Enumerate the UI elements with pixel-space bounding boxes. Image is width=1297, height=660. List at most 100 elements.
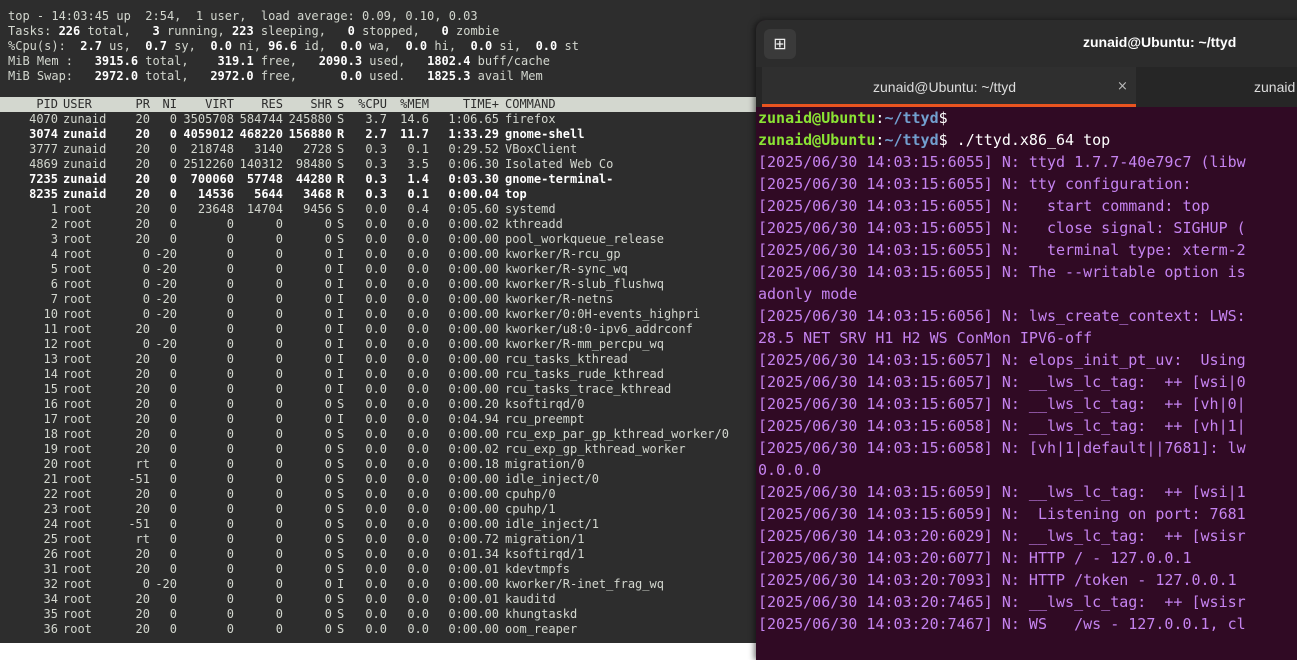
log-line: [2025/06/30 14:03:15:6059] N: __lws_lc_t… <box>758 483 1246 501</box>
col-shr: SHR <box>310 97 332 111</box>
cell-state: I <box>337 277 345 291</box>
cell-user: root <box>63 367 92 381</box>
cell-ni: 0 <box>169 592 177 606</box>
cell-pr: 20 <box>135 622 150 636</box>
cell-pr: 20 <box>135 397 150 411</box>
cell-command: idle_inject/0 <box>505 472 599 486</box>
cell-time: 0:00.00 <box>448 382 499 396</box>
cell-cpu: 0.0 <box>365 262 387 276</box>
cell-mem: 3.5 <box>407 157 429 171</box>
cell-command: kworker/u8:0-ipv6_addrconf <box>505 322 693 336</box>
cell-state: S <box>337 562 345 576</box>
cell-user: root <box>63 562 92 576</box>
log-line: [2025/06/30 14:03:20:7093] N: HTTP /toke… <box>758 571 1237 589</box>
cell-virt: 0 <box>226 262 234 276</box>
cell-user: root <box>63 532 92 546</box>
cell-time: 0:00.02 <box>448 217 499 231</box>
cell-cpu: 0.0 <box>365 547 387 561</box>
close-tab-icon[interactable]: × <box>1117 67 1128 107</box>
top-mem-line: MiB Mem : 3915.6 total, 319.1 free, 2090… <box>8 54 550 68</box>
title-bar[interactable]: ⊞ zunaid@Ubuntu: ~/ttyd <box>756 20 1297 67</box>
cell-res: 0 <box>275 502 283 516</box>
cell-ni: -20 <box>155 247 177 261</box>
cell-ni: 0 <box>169 412 177 426</box>
cell-res: 0 <box>275 577 283 591</box>
cell-shr: 0 <box>324 217 332 231</box>
cell-virt: 0 <box>226 622 234 636</box>
cell-res: 0 <box>275 517 283 531</box>
terminal-window[interactable]: ⊞ zunaid@Ubuntu: ~/ttyd zunaid@Ubuntu: ~… <box>756 20 1297 660</box>
cell-pr: 20 <box>135 352 150 366</box>
table-row: 4070 zunaid 20 0 3505708 584744 245880 S 3.7 14.6… <box>0 112 760 127</box>
log-line: [2025/06/30 14:03:20:7465] N: __lws_lc_t… <box>758 593 1246 611</box>
cell-state: S <box>337 142 345 156</box>
cell-shr: 245880 <box>288 112 332 126</box>
cell-mem: 0.0 <box>407 292 429 306</box>
cell-user: root <box>63 337 92 351</box>
tab-second[interactable]: zunaid <box>1136 67 1297 107</box>
cell-state: S <box>337 112 345 126</box>
cell-mem: 0.0 <box>407 412 429 426</box>
cell-pid: 12 <box>43 337 58 351</box>
cell-command: kworker/R-mm_percpu_wq <box>505 337 664 351</box>
cell-cpu: 2.7 <box>365 127 387 141</box>
new-tab-button[interactable]: ⊞ <box>764 29 796 59</box>
cell-pid: 23 <box>43 502 58 516</box>
cell-ni: -20 <box>155 277 177 291</box>
cell-user: root <box>63 247 92 261</box>
table-row: 14 root 20 0 0 0 0 I 0.0 0.0 0:00.00 rcu_tasks_rude… <box>0 367 760 382</box>
cell-virt: 0 <box>226 532 234 546</box>
cell-user: root <box>63 202 92 216</box>
cell-res: 0 <box>275 622 283 636</box>
cell-shr: 0 <box>324 517 332 531</box>
terminal-output[interactable]: zunaid@Ubuntu:~/ttyd$ zunaid@Ubuntu:~/tt… <box>756 107 1297 660</box>
cell-shr: 0 <box>324 427 332 441</box>
cell-pid: 26 <box>43 547 58 561</box>
cell-mem: 0.0 <box>407 547 429 561</box>
cell-res: 0 <box>275 322 283 336</box>
cell-pr: 20 <box>135 502 150 516</box>
cell-time: 0:00.18 <box>448 457 499 471</box>
cell-command: systemd <box>505 202 556 216</box>
cell-state: S <box>337 457 345 471</box>
cell-res: 57748 <box>246 172 283 186</box>
cell-res: 3140 <box>254 142 283 156</box>
table-row: 32 root 0 -20 0 0 0 I 0.0 0.0 0:00.00 kworker/R-ine… <box>0 577 760 592</box>
cell-user: root <box>63 472 92 486</box>
cell-res: 0 <box>275 487 283 501</box>
cell-command: kworker/R-sync_wq <box>505 262 628 276</box>
table-row: 25 root rt 0 0 0 0 S 0.0 0.0 0:00.72 migration/1 <box>0 532 760 547</box>
cell-user: root <box>63 412 92 426</box>
cell-command: cpuhp/0 <box>505 487 556 501</box>
cell-time: 0:00.00 <box>448 262 499 276</box>
cell-time: 0:00.00 <box>448 322 499 336</box>
cell-pid: 1 <box>50 202 58 216</box>
table-row: 6 root 0 -20 0 0 0 I 0.0 0.0 0:00.00 kworker/R-slub… <box>0 277 760 292</box>
cell-res: 0 <box>275 442 283 456</box>
table-row: 19 root 20 0 0 0 0 S 0.0 0.0 0:00.02 rcu_exp_gp_kth… <box>0 442 760 457</box>
cell-shr: 0 <box>324 337 332 351</box>
cell-time: 0:00.04 <box>448 187 499 201</box>
cell-state: S <box>337 217 345 231</box>
command-text: ./ttyd.x86_64 top <box>947 131 1111 149</box>
cell-user: root <box>63 427 92 441</box>
table-row: 17 root 20 0 0 0 0 I 0.0 0.0 0:04.94 rcu_preempt <box>0 412 760 427</box>
cell-virt: 0 <box>226 577 234 591</box>
cell-shr: 0 <box>324 607 332 621</box>
cell-command: cpuhp/1 <box>505 502 556 516</box>
cell-command: rcu_tasks_rude_kthread <box>505 367 664 381</box>
cell-cpu: 0.3 <box>365 172 387 186</box>
top-terminal[interactable]: top - 14:03:45 up 2:54, 1 user, load ave… <box>0 0 760 643</box>
cell-pid: 4869 <box>29 157 58 171</box>
cell-state: S <box>337 502 345 516</box>
cell-state: I <box>337 352 345 366</box>
cell-pid: 13 <box>43 352 58 366</box>
tab-ttyd-active[interactable]: zunaid@Ubuntu: ~/ttyd × <box>762 67 1136 107</box>
cell-command: top <box>505 187 527 201</box>
cell-state: I <box>337 292 345 306</box>
cell-cpu: 0.0 <box>365 502 387 516</box>
cell-cpu: 0.0 <box>365 217 387 231</box>
cell-pr: 20 <box>135 382 150 396</box>
cell-mem: 0.0 <box>407 487 429 501</box>
cell-pr: 20 <box>135 442 150 456</box>
